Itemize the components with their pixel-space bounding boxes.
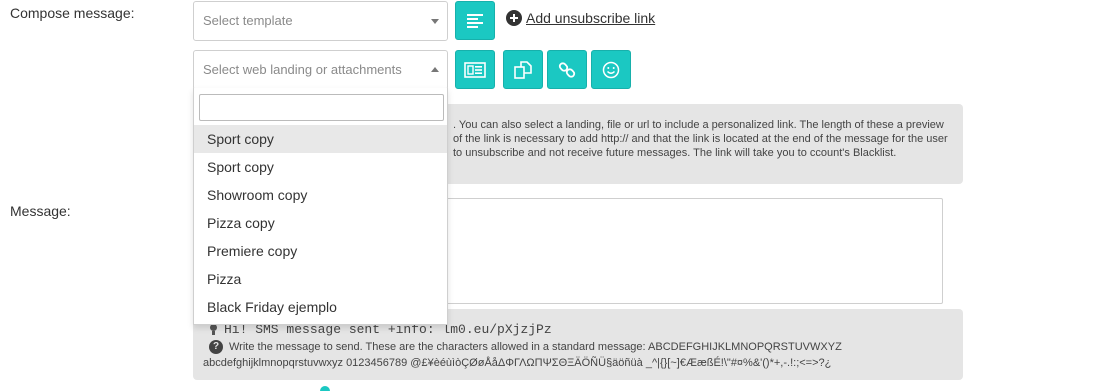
question-circle-icon: ? (209, 340, 223, 354)
help-text: Write the message to send. These are the… (229, 341, 842, 353)
landing-page-button[interactable] (455, 50, 495, 89)
dropdown-option[interactable]: Pizza (194, 265, 447, 293)
emoji-button[interactable] (591, 50, 631, 89)
message-label: Message: (10, 203, 71, 219)
add-unsubscribe-label: Add unsubscribe link (526, 10, 656, 26)
help-line: ? Write the message to send. These are t… (209, 340, 842, 354)
align-left-button[interactable] (455, 1, 495, 40)
landing-page-icon (464, 61, 486, 78)
landing-select-value: Select web landing or attachments (203, 62, 402, 77)
copy-button[interactable] (503, 50, 543, 89)
lightbulb-icon (209, 323, 218, 336)
copy-icon (514, 60, 532, 79)
add-unsubscribe-link[interactable]: Add unsubscribe link (506, 10, 655, 26)
chevron-down-icon (431, 19, 439, 24)
info-text: . You can also select a landing, file or… (453, 119, 948, 159)
chevron-up-icon (431, 67, 439, 72)
dropdown-option[interactable]: Sport copy (194, 125, 447, 153)
template-select[interactable]: Select template (193, 1, 448, 41)
smiley-icon (602, 61, 620, 78)
accent-dot (320, 386, 330, 391)
landing-dropdown: Sport copy Sport copy Showroom copy Pizz… (193, 88, 448, 325)
dropdown-option[interactable]: Black Friday ejemplo (194, 293, 447, 321)
plus-circle-icon (506, 10, 522, 26)
allowed-characters: abcdefghijklmnopqrstuvwxyz 0123456789 @£… (203, 357, 832, 369)
dropdown-search-input[interactable] (199, 94, 444, 121)
compose-message-label: Compose message: (10, 5, 135, 21)
landing-select[interactable]: Select web landing or attachments (193, 50, 448, 90)
link-button[interactable] (547, 50, 587, 89)
link-icon (558, 61, 576, 78)
dropdown-option[interactable]: Showroom copy (194, 181, 447, 209)
dropdown-option[interactable]: Pizza copy (194, 209, 447, 237)
template-select-value: Select template (203, 13, 293, 28)
dropdown-option[interactable]: Sport copy (194, 153, 447, 181)
dropdown-option[interactable]: Premiere copy (194, 237, 447, 265)
align-left-icon (467, 13, 483, 28)
